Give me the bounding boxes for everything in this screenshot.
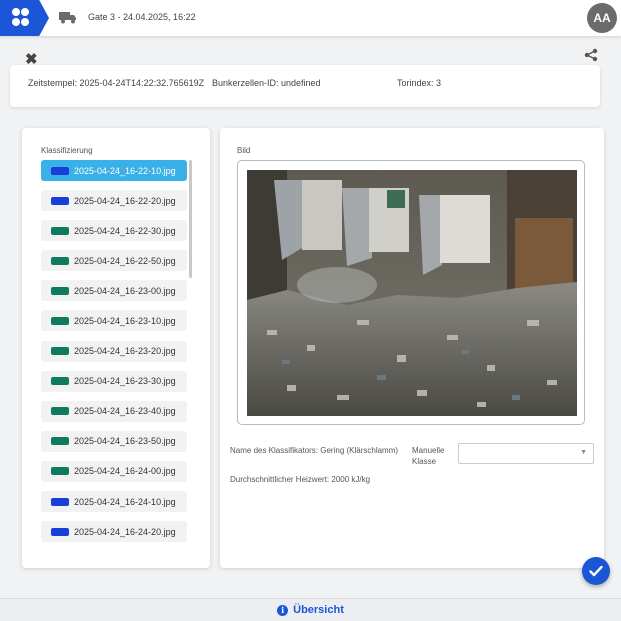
file-list-scrollbar[interactable]: [189, 160, 192, 278]
class-color-swatch: [51, 286, 69, 295]
classification-panel: Klassifizierung 2025-04-24_16-22-10.jpg 2…: [22, 128, 210, 568]
class-color-swatch: [51, 196, 69, 205]
truck-icon: [59, 12, 76, 24]
avatar[interactable]: AA: [587, 3, 617, 33]
file-name: 2025-04-24_16-22-10.jpg: [74, 165, 176, 176]
file-list-item[interactable]: 2025-04-24_16-23-30.jpg: [41, 370, 187, 392]
image-label: Bild: [237, 146, 251, 155]
file-list-item[interactable]: 2025-04-24_16-24-10.jpg: [41, 491, 187, 513]
file-list-item[interactable]: 2025-04-24_16-22-20.jpg: [41, 190, 187, 212]
class-color-swatch: [51, 497, 69, 506]
file-name: 2025-04-24_16-23-10.jpg: [74, 315, 176, 326]
info-icon: i: [277, 604, 289, 616]
class-color-swatch: [51, 166, 69, 175]
overview-label: Übersicht: [293, 604, 344, 616]
file-list-item[interactable]: 2025-04-24_16-24-00.jpg: [41, 460, 187, 482]
file-list-item[interactable]: 2025-04-24_16-24-20.jpg: [41, 521, 187, 543]
bunker-camera-image: [247, 170, 577, 416]
gate-title: Gate 3 - 24.04.2025, 16:22: [88, 12, 196, 22]
chevron-down-icon: ▼: [580, 449, 587, 456]
file-list-item[interactable]: 2025-04-24_16-22-50.jpg: [41, 250, 187, 272]
file-list-item[interactable]: 2025-04-24_16-22-10.jpg: [41, 160, 187, 181]
class-color-swatch: [51, 467, 69, 476]
hexagon-logo-icon[interactable]: [0, 0, 49, 36]
file-name: 2025-04-24_16-22-50.jpg: [74, 255, 176, 266]
file-list-item[interactable]: 2025-04-24_16-23-10.jpg: [41, 310, 187, 332]
file-name: 2025-04-24_16-24-10.jpg: [74, 496, 176, 507]
overview-button[interactable]: i Übersicht: [0, 598, 621, 621]
class-color-swatch: [51, 407, 69, 416]
class-color-swatch: [51, 437, 69, 446]
heating-value: Durchschnittlicher Heizwert: 2000 kJ/kg: [230, 475, 371, 484]
class-color-swatch: [51, 316, 69, 325]
manual-class-label: Manuelle Klasse: [412, 446, 445, 466]
file-list-item[interactable]: 2025-04-24_16-23-50.jpg: [41, 430, 187, 452]
image-panel: Bild Name des Klassifikators: Gering (Kl…: [220, 128, 604, 568]
bunker-cell-text: Bunkerzellen-ID: undefined: [212, 78, 321, 88]
image-frame: [237, 160, 585, 425]
file-list-item[interactable]: 2025-04-24_16-23-00.jpg: [41, 280, 187, 302]
share-icon[interactable]: [584, 48, 598, 62]
manual-class-select[interactable]: ▼: [458, 443, 594, 464]
class-color-swatch: [51, 527, 69, 536]
file-name: 2025-04-24_16-23-30.jpg: [74, 376, 176, 387]
class-color-swatch: [51, 256, 69, 265]
file-name: 2025-04-24_16-24-00.jpg: [74, 466, 176, 477]
checkmark-icon: [589, 565, 603, 577]
file-list: 2025-04-24_16-22-10.jpg 2025-04-24_16-22-…: [41, 160, 187, 551]
class-color-swatch: [51, 226, 69, 235]
file-list-item[interactable]: 2025-04-24_16-23-40.jpg: [41, 400, 187, 422]
file-list-item[interactable]: 2025-04-24_16-23-20.jpg: [41, 340, 187, 362]
file-name: 2025-04-24_16-24-20.jpg: [74, 526, 176, 537]
gate-index-text: Torindex: 3: [397, 78, 442, 88]
confirm-button[interactable]: [582, 557, 610, 585]
top-bar: Gate 3 - 24.04.2025, 16:22 AA: [0, 0, 621, 36]
file-name: 2025-04-24_16-23-50.jpg: [74, 436, 176, 447]
class-color-swatch: [51, 377, 69, 386]
file-name: 2025-04-24_16-22-20.jpg: [74, 195, 176, 206]
classification-label: Klassifizierung: [41, 146, 93, 155]
info-card: Zeitstempel: 2025-04-24T14:22:32.765619Z…: [10, 65, 600, 107]
file-name: 2025-04-24_16-23-00.jpg: [74, 285, 176, 296]
file-name: 2025-04-24_16-23-40.jpg: [74, 406, 176, 417]
timestamp-text: Zeitstempel: 2025-04-24T14:22:32.765619Z: [28, 78, 205, 88]
file-name: 2025-04-24_16-23-20.jpg: [74, 346, 176, 357]
classifier-name: Name des Klassifikators: Gering (Klärsch…: [230, 446, 399, 455]
class-color-swatch: [51, 347, 69, 356]
file-list-item[interactable]: 2025-04-24_16-22-30.jpg: [41, 220, 187, 242]
file-name: 2025-04-24_16-22-30.jpg: [74, 225, 176, 236]
